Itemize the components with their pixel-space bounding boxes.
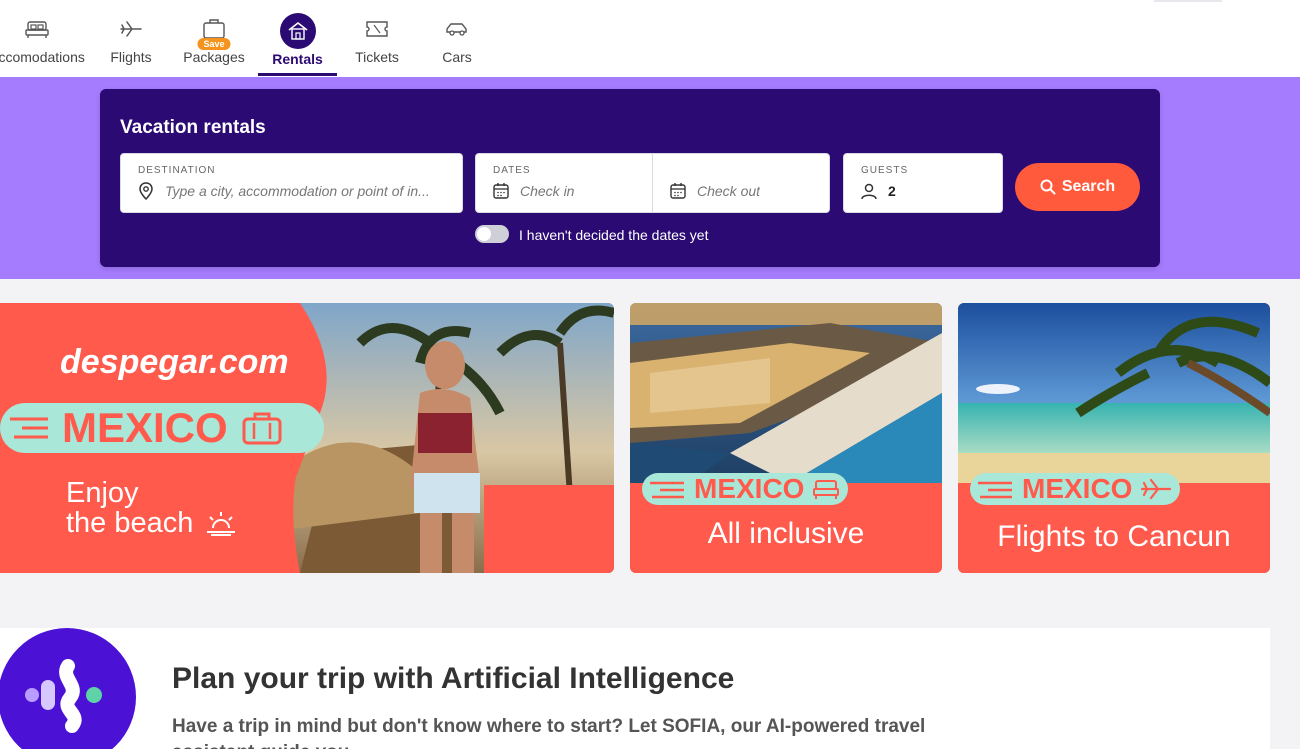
dates-undecided-label: I haven't decided the dates yet [519, 227, 709, 243]
dates-label: DATES [493, 165, 531, 176]
sofia-logo-icon [25, 659, 102, 733]
search-icon [1040, 179, 1056, 195]
nav-item-packages[interactable]: Save Packages [178, 0, 250, 77]
toggle-knob [477, 227, 491, 241]
bed-icon [25, 21, 49, 38]
calendar-icon [493, 183, 509, 199]
search-button-label: Search [1061, 178, 1116, 195]
banner-subtitle: Enjoy the beach [66, 478, 237, 538]
banner-subtitle: Flights to Cancun [997, 520, 1231, 553]
dates-undecided-toggle[interactable] [475, 225, 509, 243]
promo-banner-beach[interactable]: despegar.com MEXICO Enjoy the beach [0, 303, 614, 573]
mexico-tag: MEXICO [642, 473, 848, 505]
speed-lines-icon [978, 481, 1012, 499]
nav-label: Cars [442, 49, 472, 65]
guests-value: 2 [888, 183, 896, 199]
nav-item-cars[interactable]: Cars [427, 0, 487, 77]
destination-field[interactable]: DESTINATION Type a city, accommodation o… [120, 153, 463, 213]
search-panel: Vacation rentals DESTINATION Type a city… [100, 89, 1160, 267]
nav-label: Flights [110, 49, 152, 65]
promo-banner-cancun-flights[interactable]: MEXICO Flights to Cancun [958, 303, 1270, 573]
checkin-input[interactable]: Check in [520, 183, 574, 199]
search-button[interactable]: Search [1015, 163, 1140, 211]
car-icon [446, 23, 467, 36]
sofia-logo [0, 628, 136, 749]
mexico-tag: MEXICO [970, 473, 1180, 505]
ai-description: Have a trip in mind but don't know where… [172, 716, 926, 749]
house-icon [279, 13, 316, 49]
bed-icon [813, 480, 840, 499]
banner-subtitle-line2: the beach [66, 507, 194, 539]
ticket-icon [366, 21, 388, 37]
calendar-icon [670, 183, 686, 199]
checkout-field[interactable]: Check out [652, 153, 830, 213]
top-nav: Accomodations Flights Save Packages Rent… [0, 0, 1300, 77]
guests-field[interactable]: GUESTS 2 [843, 153, 1003, 213]
ai-title: Plan your trip with Artificial Intellige… [172, 662, 735, 695]
location-pin-icon [139, 182, 153, 200]
banner-subtitle-line1: Enjoy [66, 477, 139, 509]
banner-subtitle: All inclusive [707, 517, 865, 550]
plane-icon [1141, 478, 1172, 500]
active-tab-indicator [258, 73, 337, 76]
checkout-input[interactable]: Check out [697, 183, 760, 199]
mexico-tag-label: MEXICO [62, 404, 228, 451]
destination-input[interactable]: Type a city, accommodation or point of i… [165, 183, 450, 199]
nav-label: Rentals [272, 51, 323, 67]
mexico-tag-label: MEXICO [1022, 473, 1133, 504]
nav-label: Tickets [355, 49, 399, 65]
plane-icon [120, 21, 142, 37]
nav-item-rentals[interactable]: Rentals [258, 0, 337, 77]
mexico-tag-label: MEXICO [694, 473, 805, 504]
person-icon [861, 183, 877, 200]
search-title: Vacation rentals [120, 117, 266, 138]
suitcase-icon [242, 412, 282, 445]
sun-icon [207, 512, 236, 536]
nav-item-tickets[interactable]: Tickets [347, 0, 407, 77]
nav-label: Packages [183, 49, 245, 65]
nav-label: Accomodations [0, 49, 85, 65]
speed-lines-icon [650, 481, 684, 499]
mexico-tag: MEXICO [0, 403, 324, 453]
nav-item-flights[interactable]: Flights [101, 0, 161, 77]
guests-label: GUESTS [861, 165, 909, 176]
nav-item-accommodations[interactable]: Accomodations [0, 0, 92, 77]
destination-label: DESTINATION [138, 165, 216, 176]
brand-logo: despegar.com [60, 343, 289, 381]
speed-lines-icon [10, 417, 48, 439]
checkin-field[interactable]: DATES Check in [475, 153, 653, 213]
promo-banner-all-inclusive[interactable]: MEXICO All inclusive [630, 303, 942, 573]
header-divider [1154, 0, 1222, 2]
suitcase-icon [203, 19, 225, 39]
